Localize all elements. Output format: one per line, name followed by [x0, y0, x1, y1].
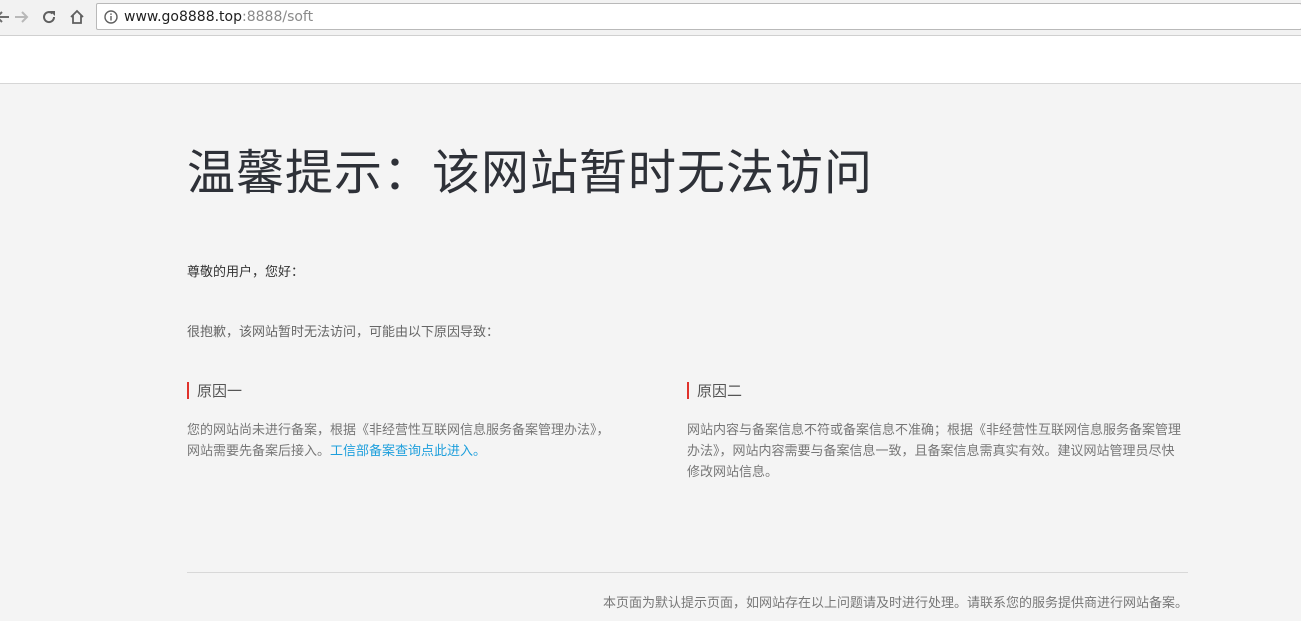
reason-two-section: 原因二 网站内容与备案信息不符或备案信息不准确；根据《非经营性互联网信息服务备案…	[687, 382, 1187, 483]
url-text[interactable]: www.go8888.top:8888/soft	[124, 8, 313, 26]
home-icon	[70, 9, 84, 24]
apology-text: 很抱歉，该网站暂时无法访问，可能由以下原因导致：	[187, 325, 500, 340]
reason-one-text: 您的网站尚未进行备案，根据《非经营性互联网信息服务备案管理办法》，网站需要先备案…	[187, 420, 617, 462]
url-path: :8888/soft	[242, 9, 314, 25]
reason-one-heading: 原因一	[187, 382, 617, 400]
footer-text: 本页面为默认提示页面，如网站存在以上问题请及时进行处理。请联系您的服务提供商进行…	[602, 596, 1188, 611]
divider	[187, 572, 1188, 573]
home-button[interactable]	[66, 6, 88, 28]
forward-icon	[15, 11, 29, 23]
reason-two-heading: 原因二	[687, 382, 1187, 400]
reload-icon	[43, 11, 56, 24]
reload-button[interactable]	[38, 6, 60, 28]
page-header-band	[0, 36, 1301, 84]
reason-two-heading-label: 原因二	[697, 382, 743, 400]
info-icon[interactable]	[104, 10, 118, 24]
greeting-text: 尊敬的用户，您好：	[187, 265, 305, 280]
reason-two-text: 网站内容与备案信息不符或备案信息不准确；根据《非经营性互联网信息服务备案管理办法…	[687, 423, 1182, 480]
accent-bar	[187, 382, 189, 399]
url-host: www.go8888.top	[124, 9, 242, 25]
browser-toolbar: www.go8888.top:8888/soft	[0, 0, 1301, 36]
reason-one-section: 原因一 您的网站尚未进行备案，根据《非经营性互联网信息服务备案管理办法》，网站需…	[187, 382, 617, 462]
forward-button[interactable]	[10, 6, 32, 28]
icp-query-link[interactable]: 工信部备案查询点此进入。	[330, 444, 486, 459]
page-content: 温馨提示：该网站暂时无法访问 尊敬的用户，您好： 很抱歉，该网站暂时无法访问，可…	[0, 84, 1301, 621]
accent-bar	[687, 382, 689, 399]
address-bar[interactable]: www.go8888.top:8888/soft	[96, 3, 1301, 30]
reason-one-heading-label: 原因一	[197, 382, 243, 400]
page-title: 温馨提示：该网站暂时无法访问	[187, 145, 874, 201]
